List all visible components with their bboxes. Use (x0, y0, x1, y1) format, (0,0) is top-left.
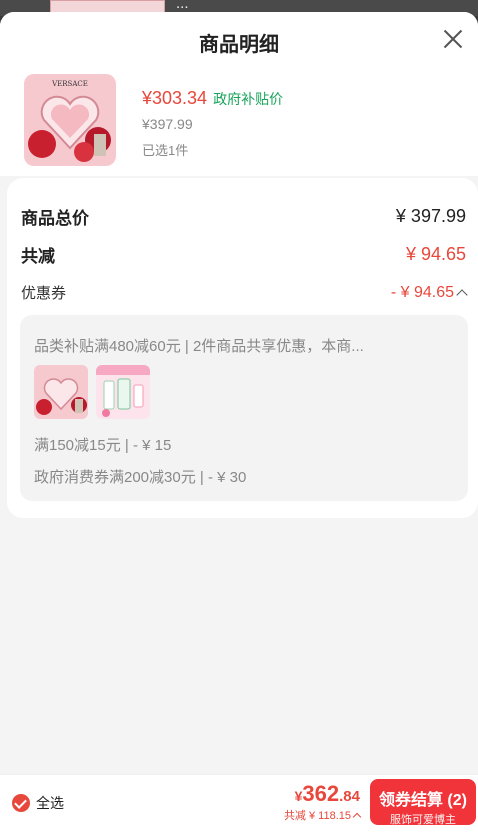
brand-logo-text: VERSACE (51, 80, 88, 88)
coupon-line-2: 政府消费券满200减30元 | - ¥ 30 (34, 469, 247, 486)
original-price: ¥397.99 (142, 116, 193, 132)
chevron-up-icon[interactable] (352, 812, 362, 821)
coupon-line-1: 满150减15元 | - ¥ 15 (34, 437, 172, 454)
checkout-reduce[interactable]: 共减 ¥ 118.15 (283, 807, 362, 823)
coupon-product-thumbs (34, 365, 150, 419)
coupon-description: 品类补贴满480减60元 | 2件商品共享优惠，本商... (34, 338, 364, 355)
product-item: VERSACE ¥303.34 政府补贴价 ¥397.99 已选1件 (0, 68, 478, 176)
select-all-label: 全选 (36, 795, 64, 811)
checkout-total: ¥362.84 共减 ¥ 118.15 (283, 781, 362, 823)
checkout-bar: 全选 ¥362.84 共减 ¥ 118.15 领券结算 (2) 服饰可爱博主 (0, 774, 478, 832)
total-label: 商品总价 (21, 209, 89, 228)
reduce-value: ¥ 94.65 (405, 244, 466, 264)
total-row: 商品总价 ¥ 397.99 (21, 204, 466, 229)
current-price: ¥303.34 (142, 88, 208, 108)
total-value: ¥ 397.99 (395, 206, 466, 226)
close-icon[interactable] (442, 28, 464, 50)
coupon-value: - ¥ 94.65 (390, 283, 454, 301)
reduce-row: 共减 ¥ 94.65 (21, 242, 466, 267)
checkout-total-price: ¥362.84 (284, 781, 360, 807)
gov-subsidy-tag: 政府补贴价 (213, 91, 284, 107)
chevron-up-icon[interactable] (456, 288, 468, 301)
reduce-label: 共减 (21, 247, 55, 266)
check-circle-icon[interactable] (12, 794, 30, 812)
sheet-header: 商品明细 (0, 12, 478, 68)
coupon-thumb-vc-serum[interactable] (96, 365, 150, 419)
select-all-toggle[interactable]: 全选 (12, 793, 64, 813)
checkout-label: 领券结算 (2) (378, 792, 467, 809)
product-detail-sheet: 商品明细 VERSACE ¥303.34 政府补贴价 ¥397.99 已选1件 … (0, 12, 478, 832)
coupon-value-wrap[interactable]: - ¥ 94.65 (390, 283, 468, 302)
price-detail-card: 商品总价 ¥ 397.99 共减 ¥ 94.65 优惠券 - ¥ 94.65 品… (7, 178, 478, 518)
selected-count: 已选1件 (142, 143, 189, 158)
coupon-detail-box: 品类补贴满480减60元 | 2件商品共享优惠，本商... 满150减15元 |… (20, 315, 468, 501)
price-row: ¥303.34 政府补贴价 (142, 88, 283, 109)
checkout-subtitle: 服饰可爱博主 (390, 814, 456, 826)
coupon-thumb-versace[interactable] (34, 365, 88, 419)
checkout-button[interactable]: 领券结算 (2) 服饰可爱博主 (370, 779, 476, 826)
coupon-row[interactable]: 优惠券 - ¥ 94.65 (21, 282, 468, 303)
sheet-title: 商品明细 (199, 34, 279, 56)
total-integer: 362 (302, 781, 340, 806)
checkout-reduce-text: 共减 ¥ 118.15 (283, 810, 351, 822)
coupon-label: 优惠券 (21, 285, 67, 302)
background-title: ... (176, 0, 189, 12)
total-decimal: .84 (339, 788, 360, 805)
product-image[interactable]: VERSACE (24, 74, 116, 166)
